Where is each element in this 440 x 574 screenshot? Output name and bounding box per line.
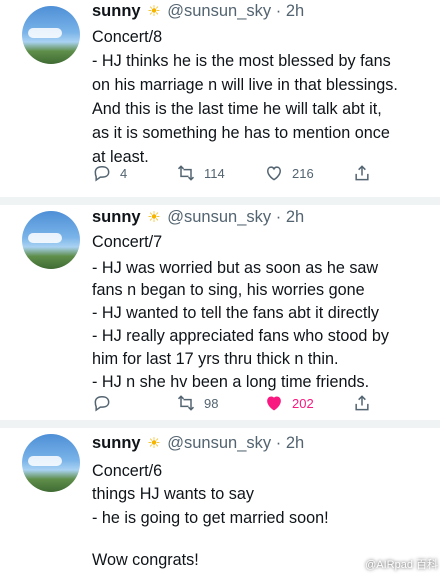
- tweet-separator: [0, 197, 440, 205]
- tweet-header: sunny ☀ @sunsun_sky · 2h: [92, 434, 305, 452]
- tweet-text-line: things HJ wants to say: [92, 485, 254, 503]
- tweet-text-line: fans n began to sing, his worries gone: [92, 281, 365, 299]
- avatar[interactable]: [22, 211, 80, 269]
- retweet-icon: [177, 395, 195, 411]
- tweet-text-line: - HJ really appreciated fans who stood b…: [92, 327, 389, 345]
- tweet-text-line: - HJ was worried but as soon as he saw: [92, 259, 379, 277]
- retweet-button[interactable]: 98: [176, 393, 218, 413]
- author-name[interactable]: sunny: [92, 434, 141, 452]
- tweet-text-line: - he is going to get married soon!: [92, 509, 329, 527]
- tweet-text-line: Wow congrats!: [92, 551, 199, 569]
- like-button[interactable]: 216: [264, 163, 314, 183]
- tweet-time[interactable]: 2h: [286, 208, 304, 226]
- share-icon: [355, 395, 369, 411]
- author-name[interactable]: sunny: [92, 208, 141, 226]
- tweet-text-line: as it is something he has to mention onc…: [92, 124, 390, 142]
- tweet-actions: 98 202: [92, 393, 392, 415]
- sun-emoji-icon: ☀: [147, 209, 161, 226]
- avatar[interactable]: [22, 434, 80, 492]
- author-handle[interactable]: @sunsun_sky: [167, 434, 271, 452]
- author-handle[interactable]: @sunsun_sky: [167, 2, 271, 20]
- sun-emoji-icon: ☀: [147, 3, 161, 20]
- heart-filled-icon: [267, 396, 281, 411]
- author-handle[interactable]: @sunsun_sky: [167, 208, 271, 226]
- tweet-text-line: - HJ n she hv been a long time friends.: [92, 373, 370, 391]
- share-icon: [355, 165, 369, 181]
- retweet-button[interactable]: 114: [176, 163, 225, 183]
- tweet-2[interactable]: sunny ☀ @sunsun_sky · 2h Concert/7 - HJ …: [0, 205, 440, 420]
- tweet-header: sunny ☀ @sunsun_sky · 2h: [92, 208, 305, 226]
- retweet-count: 114: [204, 165, 225, 181]
- sun-emoji-icon: ☀: [147, 435, 161, 452]
- retweet-count: 98: [204, 395, 219, 411]
- tweet-text-line: - HJ wanted to tell the fans abt it dire…: [92, 304, 380, 322]
- reply-button[interactable]: 4: [92, 163, 127, 183]
- share-button[interactable]: [352, 163, 372, 183]
- tweet-3[interactable]: sunny ☀ @sunsun_sky · 2h Concert/6 thing…: [0, 428, 440, 574]
- author-name[interactable]: sunny: [92, 2, 141, 20]
- watermark: @AIRpad 百科: [365, 559, 438, 571]
- tweet-text-line: - HJ thinks he is the most blessed by fa…: [92, 52, 391, 70]
- reply-icon: [94, 165, 110, 182]
- like-count: 202: [292, 395, 314, 411]
- heart-icon: [266, 166, 282, 181]
- reply-icon: [94, 395, 110, 412]
- reply-count: 4: [120, 165, 128, 181]
- tweet-text-line: him for last 17 yrs thru thick n thin.: [92, 350, 339, 368]
- tweet-separator: [0, 420, 440, 428]
- tweet-actions: 4 114 216: [92, 163, 392, 185]
- share-button[interactable]: [352, 393, 372, 413]
- tweet-header: sunny ☀ @sunsun_sky · 2h: [92, 2, 305, 20]
- tweet-1[interactable]: sunny ☀ @sunsun_sky · 2h Concert/8 - HJ …: [0, 0, 440, 197]
- tweet-text-line: Concert/8: [92, 28, 163, 46]
- tweet-time[interactable]: 2h: [286, 434, 304, 452]
- tweet-text-line: And this is the last time he will talk a…: [92, 100, 382, 118]
- retweet-icon: [177, 165, 195, 181]
- avatar[interactable]: [22, 6, 80, 64]
- like-count: 216: [292, 165, 314, 181]
- tweet-text-line: Concert/6: [92, 462, 163, 480]
- tweet-text-line: Concert/7: [92, 233, 163, 251]
- reply-button[interactable]: [92, 393, 120, 413]
- tweet-time[interactable]: 2h: [286, 2, 304, 20]
- like-button[interactable]: 202: [264, 393, 314, 413]
- tweet-text-line: on his marriage n will live in that bles…: [92, 76, 398, 94]
